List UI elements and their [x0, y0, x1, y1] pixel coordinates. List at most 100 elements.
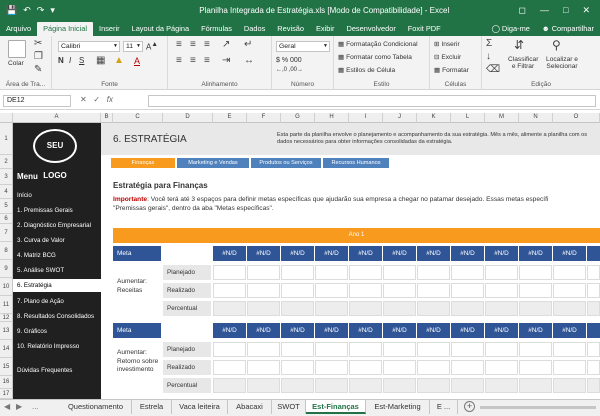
column-header-f[interactable]: F [247, 113, 281, 123]
sidebar-item-plano-acao[interactable]: 7. Plano de Ação [13, 295, 101, 308]
data-cell[interactable] [553, 265, 586, 280]
data-cell[interactable] [451, 360, 484, 375]
data-cell[interactable] [485, 342, 518, 357]
data-cell[interactable] [553, 378, 586, 393]
data-cell[interactable] [553, 283, 586, 298]
data-cell[interactable] [213, 360, 246, 375]
font-size-select[interactable]: 11 ▼ [123, 41, 143, 52]
row-header-11[interactable]: 11 [0, 296, 13, 314]
format-painter-icon[interactable]: ✎ [34, 64, 42, 75]
tab-exibir[interactable]: Exibir [310, 22, 340, 36]
subtab-produtos[interactable]: Produtos ou Serviços [251, 158, 321, 168]
row-header-7[interactable]: 7 [0, 224, 13, 242]
data-cell[interactable] [587, 265, 600, 280]
data-cell[interactable] [315, 378, 348, 393]
row-header-8[interactable]: 8 [0, 242, 13, 260]
data-cell[interactable] [281, 283, 314, 298]
data-cell[interactable] [315, 360, 348, 375]
column-header-j[interactable]: J [383, 113, 417, 123]
sidebar-item-curva-valor[interactable]: 3. Curva de Valor [13, 234, 101, 247]
sidebar-item-estrategia[interactable]: 6. Estratégia [13, 279, 101, 292]
row-header-2[interactable]: 2 [0, 155, 13, 169]
data-cell[interactable] [281, 265, 314, 280]
data-cell[interactable] [213, 265, 246, 280]
data-cell[interactable] [315, 301, 348, 316]
row-header-14[interactable]: 14 [0, 340, 13, 358]
row-header-17[interactable]: 17 [0, 389, 13, 399]
sheet-tab-abacaxi[interactable]: Abacaxi [228, 400, 272, 414]
close-icon[interactable]: ✕ [582, 5, 590, 16]
italic-button[interactable]: I [69, 56, 71, 65]
data-cell[interactable] [383, 283, 416, 298]
row-header-5[interactable]: 5 [0, 199, 13, 214]
sidebar-item-swot[interactable]: 5. Análise SWOT [13, 264, 101, 277]
align-middle-icon[interactable]: ≡ [190, 39, 196, 50]
column-header-d[interactable]: D [163, 113, 213, 123]
share-button[interactable]: ☻ Compartilhar [536, 22, 600, 36]
sheet-tab-more[interactable]: E ... [430, 400, 458, 414]
column-header-i[interactable]: I [349, 113, 383, 123]
subtab-financas[interactable]: Finanças [111, 158, 175, 168]
minimize-icon[interactable]: — [540, 5, 549, 16]
data-cell[interactable] [247, 283, 280, 298]
data-cell[interactable] [281, 342, 314, 357]
copy-icon[interactable]: ❐ [34, 51, 43, 62]
data-cell[interactable] [519, 360, 552, 375]
data-cell[interactable] [417, 283, 450, 298]
column-header-m[interactable]: M [485, 113, 519, 123]
sidebar-item-graficos[interactable]: 9. Gráficos [13, 325, 101, 338]
more-sheets-left[interactable]: ... [32, 400, 39, 414]
column-header-h[interactable]: H [315, 113, 349, 123]
tab-layout[interactable]: Layout da Página [126, 22, 196, 36]
decimal-buttons[interactable]: ←,0 ,00→ [276, 67, 303, 73]
data-cell[interactable] [485, 283, 518, 298]
borders-icon[interactable]: ▦ [96, 55, 105, 66]
undo-icon[interactable]: ↶ [23, 5, 31, 16]
ribbon-options-icon[interactable]: ◻ [519, 5, 526, 16]
next-sheet-icon[interactable]: ▶ [16, 400, 22, 414]
indent-icon[interactable]: ⇥ [222, 55, 230, 66]
row-header-16[interactable]: 16 [0, 376, 13, 389]
data-cell[interactable] [247, 265, 280, 280]
horizontal-scrollbar[interactable] [480, 406, 596, 409]
data-cell[interactable] [485, 301, 518, 316]
tab-desenvolvedor[interactable]: Desenvolvedor [340, 22, 401, 36]
customize-qat-icon[interactable]: ▾ [50, 5, 55, 16]
align-right-icon[interactable]: ≡ [204, 55, 210, 66]
name-box[interactable]: DE12 [3, 95, 71, 107]
data-cell[interactable] [587, 342, 600, 357]
data-cell[interactable] [553, 342, 586, 357]
fill-color-icon[interactable]: ▲ [114, 55, 124, 66]
data-cell[interactable] [213, 283, 246, 298]
data-cell[interactable] [349, 265, 382, 280]
orientation-icon[interactable]: ↗ [222, 39, 230, 50]
column-header-n[interactable]: N [519, 113, 553, 123]
bold-button[interactable]: N [58, 56, 64, 65]
row-header-4[interactable]: 4 [0, 185, 13, 199]
data-cell[interactable] [485, 360, 518, 375]
cut-icon[interactable]: ✂ [34, 38, 42, 49]
data-cell[interactable] [485, 265, 518, 280]
data-cell[interactable] [315, 342, 348, 357]
subtab-marketing[interactable]: Marketing e Vendas [177, 158, 249, 168]
data-cell[interactable] [247, 342, 280, 357]
data-cell[interactable] [451, 301, 484, 316]
font-family-select[interactable]: Calibri ▼ [58, 41, 120, 52]
data-cell[interactable] [451, 265, 484, 280]
autosum-icon[interactable]: Σ [486, 38, 492, 49]
select-all-corner[interactable] [0, 113, 13, 123]
paste-button[interactable]: Colar [8, 60, 24, 67]
data-cell[interactable] [519, 342, 552, 357]
row-header-13[interactable]: 13 [0, 322, 13, 340]
tab-foxit-pdf[interactable]: Foxit PDF [402, 22, 447, 36]
add-sheet-icon[interactable]: + [464, 401, 475, 412]
find-select-button[interactable]: Localizar e Selecionar [544, 56, 580, 70]
data-cell[interactable] [587, 283, 600, 298]
underline-button[interactable]: S [79, 56, 84, 65]
data-cell[interactable] [417, 301, 450, 316]
data-cell[interactable] [519, 378, 552, 393]
data-cell[interactable] [349, 301, 382, 316]
align-left-icon[interactable]: ≡ [176, 55, 182, 66]
data-cell[interactable] [417, 265, 450, 280]
delete-cells-button[interactable]: ⊟ Excluir [434, 53, 461, 61]
